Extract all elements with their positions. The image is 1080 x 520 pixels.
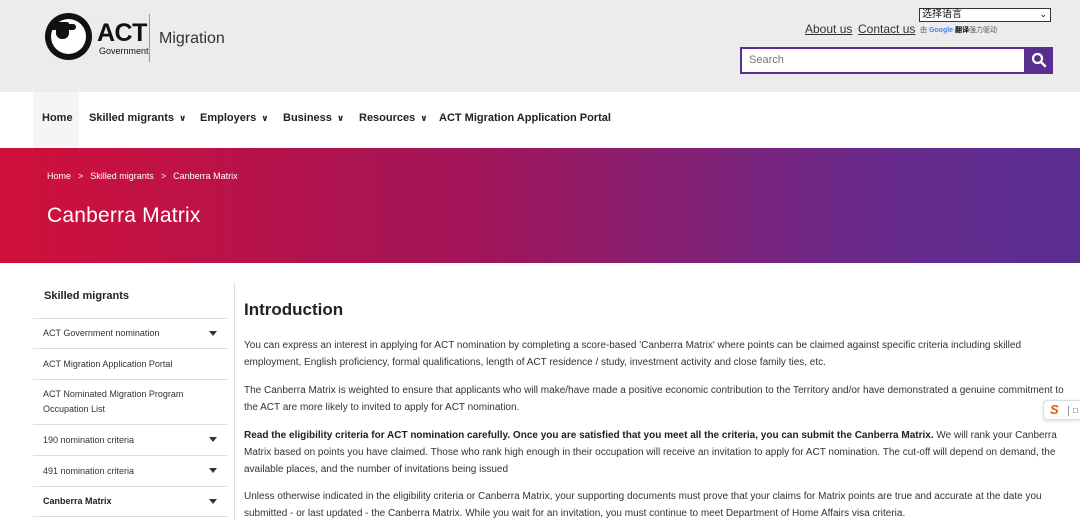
search-placeholder: Search (749, 54, 784, 66)
nav-item-home[interactable]: Home (42, 112, 73, 124)
sidebar-item-occupation-list[interactable]: ACT Nominated Migration Program Occupati… (33, 380, 227, 425)
powered-suffix: 强力驱动 (969, 27, 998, 34)
search-input[interactable]: Search (740, 47, 1026, 74)
sidebar-item-canberra-matrix[interactable]: Canberra Matrix (33, 487, 227, 517)
page-banner: Home > Skilled migrants > Canberra Matrix Ca… (0, 148, 1080, 263)
intro-paragraph-4: Unless otherwise indicated in the eligib… (244, 491, 1042, 519)
site-name[interactable]: Migration (159, 30, 225, 48)
sidebar-item-label: 190 nomination criteria (43, 434, 135, 445)
sidebar-item-label: 491 nomination criteria (43, 465, 135, 476)
sidebar-nav: Skilled migrants ACT Government nominati… (33, 283, 227, 517)
search-button[interactable] (1025, 47, 1053, 74)
nav-label: Employers (200, 112, 257, 124)
chevron-down-icon: ∨ (261, 113, 269, 123)
sidebar-item-label: Canberra Matrix (43, 496, 112, 506)
google-logo-text: Google (928, 27, 954, 34)
caret-down-icon[interactable] (209, 330, 217, 336)
caret-down-icon[interactable] (209, 468, 217, 473)
translate-link[interactable]: 翻译 (955, 27, 969, 34)
logo-divider (149, 14, 150, 62)
breadcrumb: Home > Skilled migrants > Canberra Matrix (47, 171, 238, 181)
nav-item-skilled-migrants[interactable]: Skilled migrants ∨ (89, 112, 186, 124)
sidebar-item-491-criteria[interactable]: 491 nomination criteria (33, 456, 227, 487)
chevron-down-icon: ⌄ (1039, 9, 1047, 19)
nav-item-business[interactable]: Business ∨ (283, 112, 344, 124)
search-icon (1031, 52, 1047, 68)
sogou-icon[interactable]: S (1050, 402, 1059, 417)
google-translate-credit: 由 Google 翻译强力驱动 (920, 25, 997, 35)
chevron-down-icon: ∨ (178, 113, 187, 123)
site-header: ACT Government Migration About us Contac… (0, 0, 1080, 92)
nav-item-employers[interactable]: Employers ∨ (200, 112, 269, 124)
nav-item-portal[interactable]: ACT Migration Application Portal (439, 112, 611, 124)
breadcrumb-current: Canberra Matrix (173, 171, 238, 181)
intro-paragraph-3: Read the eligibility criteria for ACT no… (244, 427, 1069, 478)
logo-subtext: Government (99, 46, 149, 56)
breadcrumb-skilled-migrants[interactable]: Skilled migrants (90, 171, 154, 181)
eligibility-notice: Read the eligibility criteria for ACT no… (244, 430, 934, 441)
language-select[interactable]: 选择语言 ⌄ (919, 8, 1051, 22)
nav-label: Business (283, 112, 332, 124)
nav-item-resources[interactable]: Resources ∨ (359, 112, 428, 124)
intro-paragraph-1: You can express an interest in applying … (244, 340, 1022, 368)
powered-prefix: 由 (920, 27, 927, 34)
nav-label: Home (42, 112, 73, 124)
sidebar-item-label: ACT Nominated Migration Program Occupati… (43, 389, 184, 414)
page-title: Canberra Matrix (47, 204, 201, 227)
main-nav: Home Skilled migrants ∨ Employers ∨ Busine… (0, 92, 1080, 148)
logo-text[interactable]: ACT (97, 21, 147, 46)
nav-label: Skilled migrants (89, 112, 174, 124)
intro-paragraph-2: The Canberra Matrix is weighted to ensur… (244, 385, 1064, 413)
chevron-down-icon: ∨ (420, 113, 428, 123)
sidebar-item-application-portal[interactable]: ACT Migration Application Portal (33, 349, 227, 380)
sidebar-item-act-government-nomination[interactable]: ACT Government nomination (33, 319, 227, 349)
chevron-down-icon: ∨ (336, 113, 345, 123)
widget-divider (1068, 406, 1069, 416)
about-us-link[interactable]: About us (805, 22, 852, 36)
sidebar-item-190-criteria[interactable]: 190 nomination criteria (33, 425, 227, 456)
floating-toolbar-widget[interactable]: S □ (1043, 400, 1080, 420)
sidebar-heading[interactable]: Skilled migrants (33, 283, 227, 319)
sidebar-item-label: ACT Government nomination (43, 328, 160, 338)
breadcrumb-separator: > (160, 171, 167, 181)
section-title: Introduction (244, 300, 344, 319)
caret-down-icon[interactable] (209, 437, 217, 442)
sidebar-divider (234, 283, 235, 520)
nav-label: Resources (359, 112, 416, 124)
caret-down-icon[interactable] (209, 498, 217, 504)
breadcrumb-home[interactable]: Home (47, 171, 71, 181)
breadcrumb-separator: > (78, 171, 84, 181)
nav-label: ACT Migration Application Portal (439, 112, 611, 124)
widget-menu-icon[interactable]: □ (1073, 406, 1078, 415)
sidebar-item-label: ACT Migration Application Portal (43, 358, 173, 369)
contact-us-link[interactable]: Contact us (858, 22, 915, 36)
language-select-value: 选择语言 (922, 9, 962, 20)
act-logo-icon[interactable] (45, 13, 92, 60)
